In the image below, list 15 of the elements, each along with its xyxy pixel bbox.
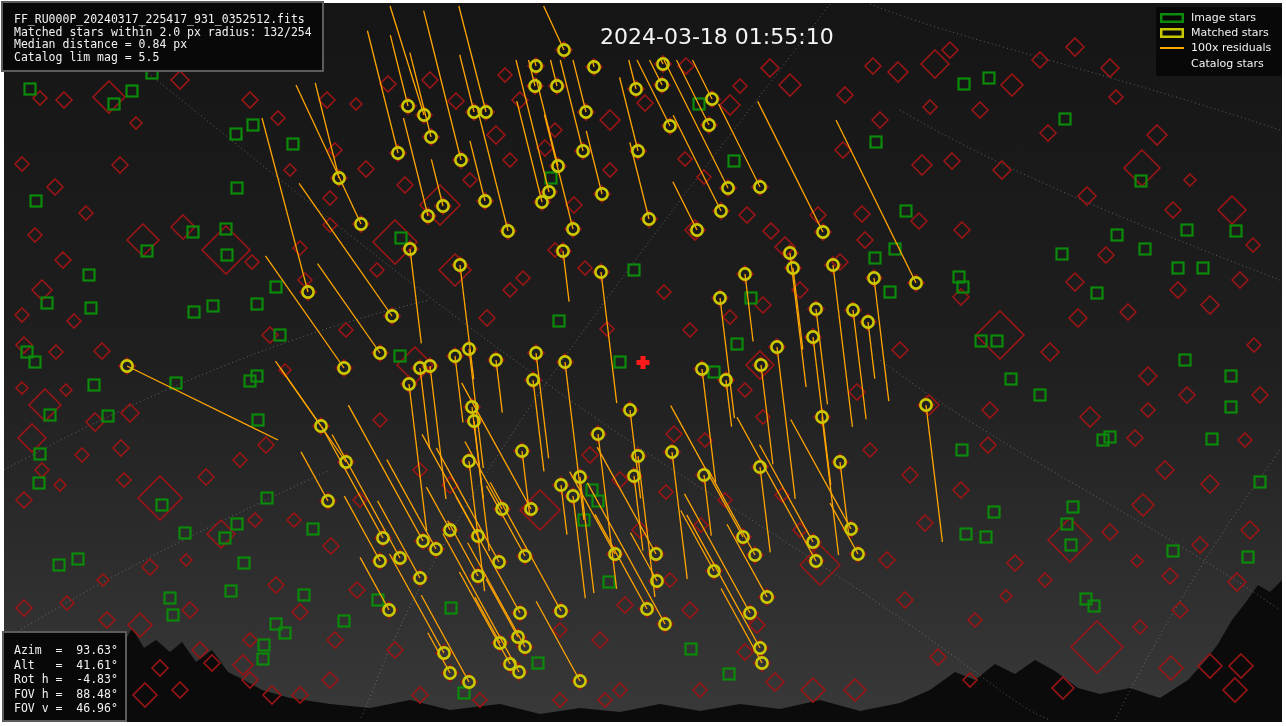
pointing-line: FOV h = 88.48° (14, 686, 118, 701)
legend-label: Matched stars (1191, 26, 1269, 41)
pointing-line: Alt = 41.61° (14, 657, 118, 672)
legend-label: 100x residuals (1191, 41, 1272, 56)
pointing-line: Azim = 93.63° (14, 643, 118, 658)
pointing-line: Rot h = -4.83° (14, 672, 118, 687)
info-line: Matched stars within 2.0 px radius: 132/254 (14, 25, 312, 39)
pointing-line: FOV v = 46.96° (14, 701, 118, 716)
info-line: Catalog lim mag = 5.5 (14, 50, 160, 64)
legend-label: Image stars (1191, 10, 1256, 25)
legend-label: Catalog stars (1191, 56, 1264, 71)
frame-timestamp: 2024-03-18 01:55:10 (600, 24, 834, 50)
cross-marker-icon (636, 356, 650, 369)
info-line: FF_RU000P_20240317_225417_931_0352512.fits (14, 13, 305, 26)
info-line: Median distance = 0.84 px (14, 38, 188, 51)
